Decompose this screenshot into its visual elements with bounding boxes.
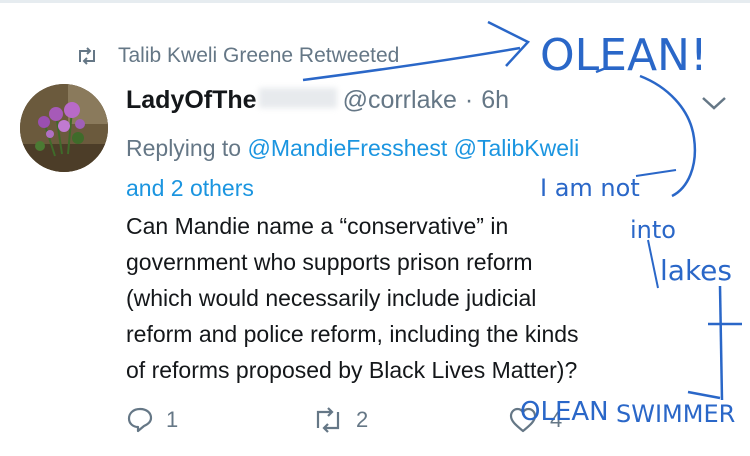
tweet-timestamp[interactable]: 6h <box>481 86 509 115</box>
reply-count: 1 <box>166 407 179 432</box>
like-button[interactable]: 4 <box>508 406 562 434</box>
reply-button[interactable]: 1 <box>126 406 178 434</box>
mention-talibkweli[interactable]: @TalibKweli <box>454 135 580 161</box>
replying-to-label: Replying to <box>126 135 248 161</box>
retweet-button[interactable]: 2 <box>312 406 368 434</box>
mention-mandiefresshest[interactable]: @MandieFresshest <box>247 135 447 161</box>
like-count: 4 <box>550 407 563 432</box>
tweet-header: LadyOfThe @corrlake · 6h <box>126 86 509 115</box>
avatar[interactable] <box>20 84 108 172</box>
avatar-image <box>20 84 108 172</box>
chevron-down-icon[interactable] <box>700 94 728 112</box>
tweet-body-line: (which would necessarily include judicia… <box>126 285 537 311</box>
top-divider <box>0 0 750 3</box>
tweet-actions: 1 2 4 <box>126 404 566 440</box>
replying-to: Replying to @MandieFresshest @TalibKweli… <box>126 128 686 208</box>
reply-icon <box>127 407 153 433</box>
author-handle[interactable]: @corrlake <box>343 86 457 115</box>
author-name[interactable]: LadyOfThe <box>126 86 257 115</box>
tweet-body-line: government who supports prison reform <box>126 249 533 275</box>
tweet-body-line: reform and police reform, including the … <box>126 321 579 347</box>
retweet-count: 2 <box>356 407 369 432</box>
retweet-icon <box>316 407 340 433</box>
tweet-body-line: Can Mandie name a “conservative” in <box>126 213 509 239</box>
author-name-obscured <box>258 88 337 108</box>
annotation-olean-swimmer-2: SWIMMER <box>616 400 735 428</box>
and-others-link[interactable]: and 2 others <box>126 175 254 201</box>
retweet-banner[interactable]: Talib Kweli Greene Retweeted <box>76 42 399 70</box>
tweet-body-line: of reforms proposed by Black Lives Matte… <box>126 357 578 383</box>
tweet-body: Can Mandie name a “conservative” in gove… <box>126 208 716 388</box>
heart-icon <box>509 407 537 433</box>
annotation-olean: OLEAN! <box>540 30 708 81</box>
retweet-banner-label: Talib Kweli Greene Retweeted <box>118 44 400 67</box>
retweet-icon <box>79 47 95 65</box>
header-separator: · <box>464 86 474 114</box>
